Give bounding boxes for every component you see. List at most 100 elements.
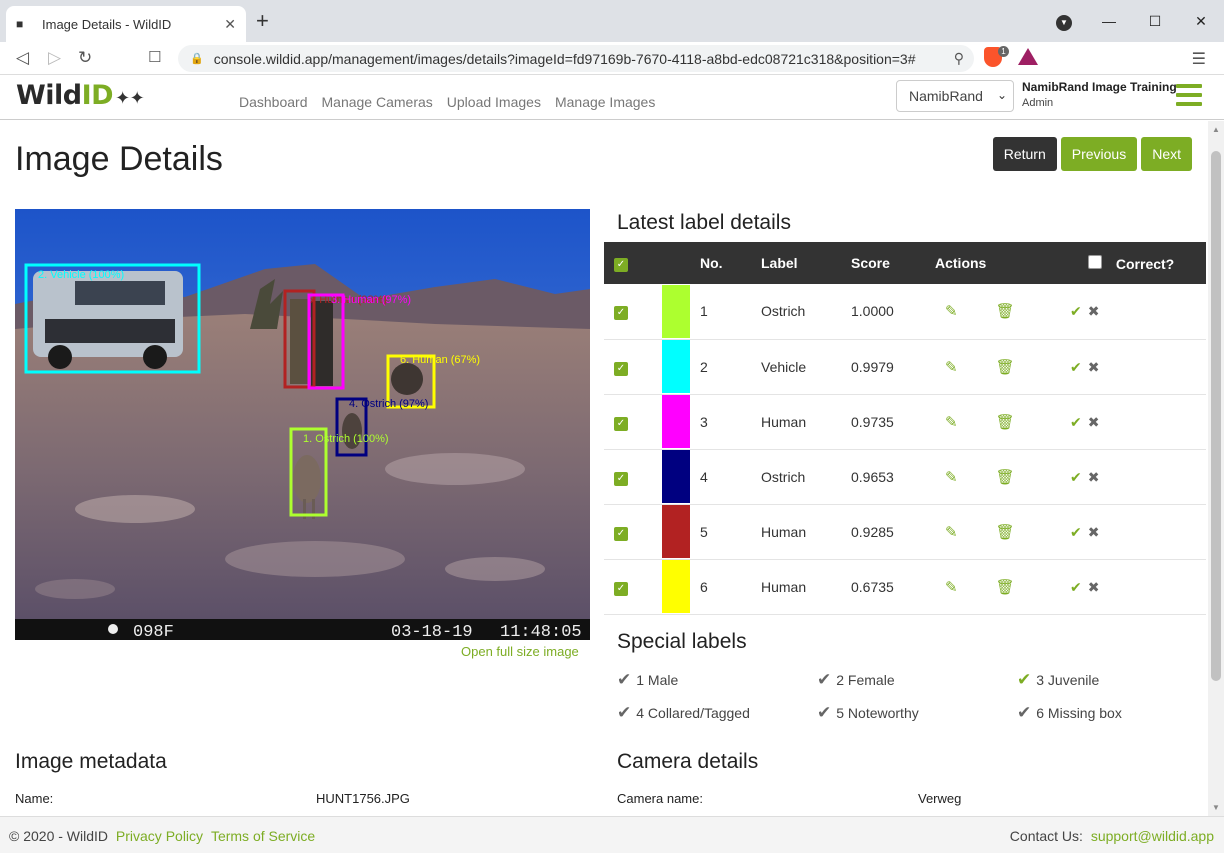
nav-upload-images[interactable]: Upload Images xyxy=(447,94,541,110)
hamburger-menu-icon[interactable] xyxy=(1176,84,1202,111)
table-row: ✓ 3 Human 0.9735 ✎ 🗑 ✔ ✖ xyxy=(604,394,1206,450)
col-no: No. xyxy=(700,255,723,271)
wildid-favicon-icon: ■ xyxy=(16,17,24,31)
scrollbar-thumb[interactable] xyxy=(1211,151,1221,681)
correct-all-checkbox[interactable] xyxy=(1088,254,1102,269)
close-tab-icon[interactable]: ✕ xyxy=(224,16,236,33)
col-actions: Actions xyxy=(935,255,987,271)
label-color-swatch xyxy=(662,395,690,448)
check-icon: ✔ xyxy=(617,703,632,722)
delete-trash-icon[interactable]: 🗑 xyxy=(996,414,1015,431)
maximize-icon[interactable]: ☐ xyxy=(1132,13,1178,30)
delete-trash-icon[interactable]: 🗑 xyxy=(996,303,1015,320)
special-label-noteworthy[interactable]: ✔ 5 Noteworthy xyxy=(817,703,919,723)
bookmark-icon[interactable]: ☐ xyxy=(148,47,161,69)
back-icon[interactable]: ◁ xyxy=(16,47,29,69)
mark-correct-icon[interactable]: ✔ xyxy=(1070,414,1082,430)
address-toolbar: ◁ ▷ ↻ ☐ 🔒 console.wildid.app/management/… xyxy=(0,42,1224,75)
edit-pencil-icon[interactable]: ✎ xyxy=(945,579,958,596)
special-label-female[interactable]: ✔ 2 Female xyxy=(817,670,895,690)
mark-correct-icon[interactable]: ✔ xyxy=(1070,524,1082,540)
delete-trash-icon[interactable]: 🗑 xyxy=(996,359,1015,376)
chevron-down-icon: ⌄ xyxy=(996,88,1007,102)
browser-tab[interactable]: ■ Image Details - WildID ✕ xyxy=(6,6,246,42)
row-number: 2 xyxy=(700,339,761,395)
edit-pencil-icon[interactable]: ✎ xyxy=(945,524,958,541)
mark-incorrect-icon[interactable]: ✖ xyxy=(1088,579,1100,595)
mark-correct-icon[interactable]: ✔ xyxy=(1070,469,1082,485)
row-select-checkbox[interactable]: ✓ xyxy=(614,471,628,486)
edit-pencil-icon[interactable]: ✎ xyxy=(945,414,958,431)
privacy-policy-link[interactable]: Privacy Policy xyxy=(116,828,203,844)
tab-search-icon[interactable]: ▼ xyxy=(1056,15,1072,31)
forward-icon[interactable]: ▷ xyxy=(48,47,61,69)
nav-manage-cameras[interactable]: Manage Cameras xyxy=(322,94,433,110)
delete-trash-icon[interactable]: 🗑 xyxy=(996,469,1015,486)
select-all-checkbox[interactable]: ✓ xyxy=(614,258,628,272)
bat-rewards-icon[interactable] xyxy=(1018,48,1038,65)
mark-incorrect-icon[interactable]: ✖ xyxy=(1088,414,1100,430)
organization-select[interactable]: NamibRand ⌄ xyxy=(896,80,1014,112)
zoom-icon[interactable]: ⚲ xyxy=(954,50,964,67)
special-label-collared[interactable]: ✔ 4 Collared/Tagged xyxy=(617,703,750,723)
mark-incorrect-icon[interactable]: ✖ xyxy=(1088,359,1100,375)
browser-menu-icon[interactable]: ☰ xyxy=(1192,49,1206,69)
page-footer: © 2020 - WildID Privacy Policy Terms of … xyxy=(0,816,1224,853)
row-number: 5 xyxy=(700,504,761,560)
nav-manage-images[interactable]: Manage Images xyxy=(555,94,655,110)
logo-figures-icon: ✦✦ xyxy=(115,88,145,109)
open-full-size-link[interactable]: Open full size image xyxy=(461,644,579,659)
camera-trap-image[interactable]: 2. Vehicle (100%) 5. Human (93%) 3. Huma… xyxy=(15,209,590,640)
row-label: Ostrich xyxy=(761,449,851,505)
edit-pencil-icon[interactable]: ✎ xyxy=(945,359,958,376)
address-bar[interactable]: 🔒 console.wildid.app/management/images/d… xyxy=(178,45,974,72)
mark-incorrect-icon[interactable]: ✖ xyxy=(1088,303,1100,319)
delete-trash-icon[interactable]: 🗑 xyxy=(996,524,1015,541)
check-icon: ✔ xyxy=(1017,670,1032,689)
minimize-icon[interactable]: — xyxy=(1086,13,1132,29)
label-details-title: Latest label details xyxy=(617,211,791,234)
label-color-swatch xyxy=(662,505,690,558)
close-window-icon[interactable]: ✕ xyxy=(1178,13,1224,30)
check-icon: ✔ xyxy=(817,703,832,722)
row-number: 3 xyxy=(700,394,761,450)
contact-email-link[interactable]: support@wildid.app xyxy=(1091,828,1214,844)
scroll-down-icon[interactable]: ▼ xyxy=(1212,803,1220,812)
terms-of-service-link[interactable]: Terms of Service xyxy=(211,828,315,844)
check-icon: ✔ xyxy=(1017,703,1032,722)
row-select-checkbox[interactable]: ✓ xyxy=(614,526,628,541)
row-score: 0.9285 xyxy=(851,504,935,560)
svg-text:3. Human (97%): 3. Human (97%) xyxy=(331,294,411,306)
wildid-logo[interactable]: WildID ✦✦ xyxy=(16,80,145,111)
label-color-swatch xyxy=(662,560,690,613)
mark-incorrect-icon[interactable]: ✖ xyxy=(1088,469,1100,485)
special-label-male[interactable]: ✔ 1 Male xyxy=(617,670,678,690)
row-select-checkbox[interactable]: ✓ xyxy=(614,416,628,431)
label-details-table: ✓ No. Label Score Actions Correct? ✓ 1 Ost… xyxy=(604,242,1206,615)
page-scrollbar[interactable]: ▲ ▼ xyxy=(1208,121,1224,816)
previous-button[interactable]: Previous xyxy=(1060,137,1138,171)
delete-trash-icon[interactable]: 🗑 xyxy=(996,579,1015,596)
date-overlay: 03-18-19 xyxy=(391,623,473,640)
special-label-missing-box[interactable]: ✔ 6 Missing box xyxy=(1017,703,1122,723)
mark-correct-icon[interactable]: ✔ xyxy=(1070,359,1082,375)
mark-correct-icon[interactable]: ✔ xyxy=(1070,303,1082,319)
reload-icon[interactable]: ↻ xyxy=(78,47,92,69)
row-select-checkbox[interactable]: ✓ xyxy=(614,581,628,596)
page-title: Image Details xyxy=(15,140,223,178)
return-button[interactable]: Return xyxy=(992,137,1057,171)
time-overlay: 11:48:05 xyxy=(500,623,582,640)
mark-incorrect-icon[interactable]: ✖ xyxy=(1088,524,1100,540)
special-label-juvenile[interactable]: ✔ 3 Juvenile xyxy=(1017,670,1099,690)
scroll-up-icon[interactable]: ▲ xyxy=(1212,125,1220,134)
row-label: Human xyxy=(761,394,851,450)
nav-dashboard[interactable]: Dashboard xyxy=(239,94,308,110)
row-select-checkbox[interactable]: ✓ xyxy=(614,361,628,376)
next-button[interactable]: Next xyxy=(1141,137,1192,171)
user-info: NamibRand Image Training Admin xyxy=(1022,80,1177,109)
edit-pencil-icon[interactable]: ✎ xyxy=(945,469,958,486)
new-tab-icon[interactable]: + xyxy=(256,10,269,32)
mark-correct-icon[interactable]: ✔ xyxy=(1070,579,1082,595)
row-select-checkbox[interactable]: ✓ xyxy=(614,306,628,321)
edit-pencil-icon[interactable]: ✎ xyxy=(945,303,958,320)
